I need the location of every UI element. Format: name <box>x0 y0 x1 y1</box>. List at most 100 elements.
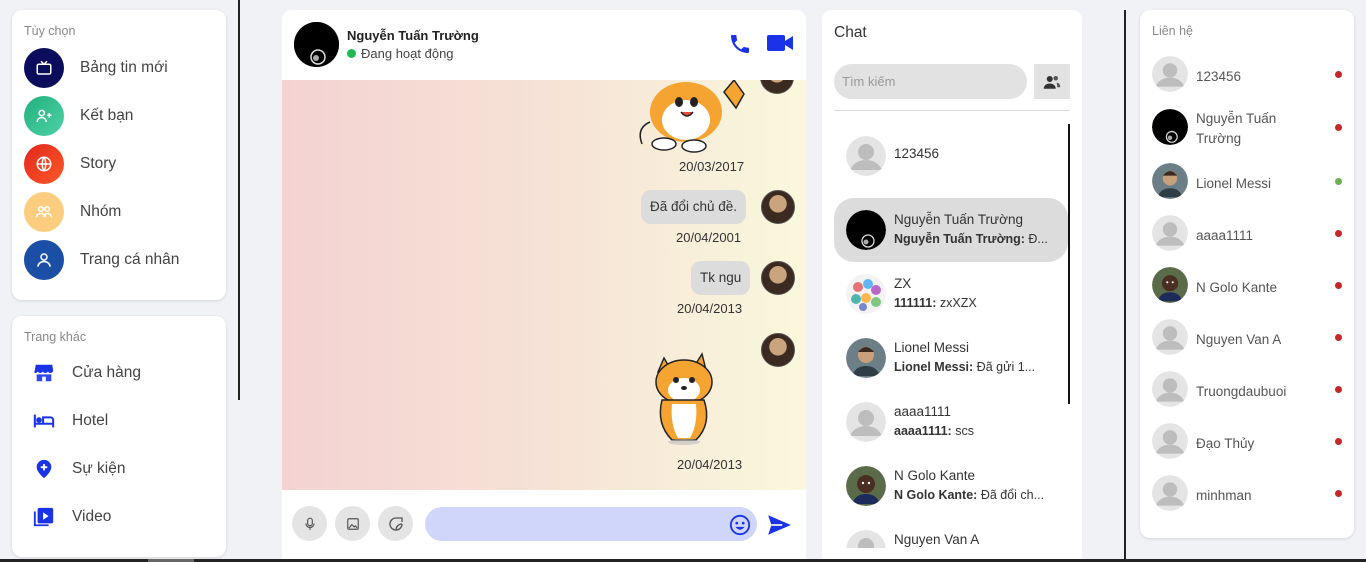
contact-name: 123456 <box>1196 69 1242 84</box>
contact-item[interactable]: minhman <box>1152 475 1346 515</box>
avatar <box>1152 267 1188 303</box>
image-icon[interactable] <box>335 506 370 541</box>
offline-status-dot <box>1335 71 1342 78</box>
preview-text: Đ... <box>1028 232 1048 246</box>
avatar[interactable] <box>294 22 339 67</box>
preview-sender: Lionel Messi: <box>894 360 974 374</box>
contact-item[interactable]: Lionel Messi <box>1152 163 1346 203</box>
avatar <box>846 274 886 314</box>
chat-window: Nguyễn Tuấn Trường Đang hoạt động 20/03/… <box>282 10 806 562</box>
contacts-card: Liên hệ 123456 Nguyễn Tuấn Trường Lionel… <box>1140 10 1354 538</box>
other-item-store[interactable]: Cửa hàng <box>32 358 141 388</box>
avatar <box>1152 215 1188 251</box>
menu-item-group[interactable]: Nhóm <box>24 191 121 233</box>
menu-item-profile[interactable]: Trang cá nhân <box>24 239 179 281</box>
menu-item-add-friend[interactable]: Kết bạn <box>24 95 133 137</box>
preview-sender: N Golo Kante: <box>894 488 978 502</box>
conversation-item[interactable]: ZX 111111: zxXZX <box>834 262 1068 326</box>
divider <box>834 110 1070 111</box>
contact-item[interactable]: Nguyễn Tuấn Trường <box>1152 109 1346 149</box>
avatar <box>761 261 795 295</box>
menu-item-newsfeed[interactable]: Bảng tin mới <box>24 47 168 89</box>
offline-status-dot <box>1335 230 1342 237</box>
contact-name: Nguyễn Tuấn Trường <box>1196 111 1277 146</box>
message-timestamp: 20/03/2017 <box>679 159 745 174</box>
contact-item[interactable]: 123456 <box>1152 56 1346 96</box>
phone-icon[interactable] <box>728 32 752 56</box>
message-timestamp: 20/04/2013 <box>677 301 743 316</box>
conversation-item[interactable]: Nguyễn Tuấn Trường Nguyễn Tuấn Trường: Đ… <box>834 198 1068 262</box>
preview-sender: aaaa1111: <box>894 424 952 438</box>
conversation-item[interactable]: aaaa1111 aaaa1111: scs <box>834 390 1068 454</box>
contact-name: Đạo Thủy <box>1196 436 1255 451</box>
chat-partner-status: Đang hoạt động <box>347 46 454 61</box>
other-item-events[interactable]: Sự kiện <box>32 454 125 484</box>
conversation-item[interactable]: N Golo Kante N Golo Kante: Đã đổi ch... <box>834 454 1068 518</box>
message-timestamp: 20/04/2013 <box>677 457 743 472</box>
preview-sender: 111111: <box>894 296 937 310</box>
group-icon <box>24 192 64 232</box>
chat-list-panel: Chat 123456 Nguyễn Tuấn Trường Nguyễn Tu… <box>822 10 1082 562</box>
preview-sender: Nguyễn Tuấn Trường: <box>894 232 1025 246</box>
other-pages-title: Trang khác <box>24 330 87 344</box>
avatar <box>846 338 886 378</box>
shiba-sticker[interactable] <box>634 80 754 159</box>
conversation-preview: N Golo Kante: Đã đổi ch... <box>894 488 1058 502</box>
emoji-icon[interactable] <box>729 514 751 536</box>
conversation-preview: Lionel Messi: Đã gửi 1... <box>894 360 1058 374</box>
avatar <box>1152 109 1188 145</box>
video-camera-icon[interactable] <box>766 30 794 56</box>
conversation-item[interactable]: 123456 <box>834 124 1068 188</box>
other-item-video[interactable]: Video <box>32 502 111 532</box>
avatar <box>846 210 886 250</box>
conversation-preview: 111111: zxXZX <box>894 296 1058 310</box>
other-item-label: Video <box>72 508 112 525</box>
search-input[interactable] <box>834 64 1027 99</box>
conversation-name: N Golo Kante <box>894 468 976 483</box>
contacts-sidebar: Liên hệ 123456 Nguyễn Tuấn Trường Lionel… <box>1124 0 1366 562</box>
menu-item-story[interactable]: Story <box>24 143 116 185</box>
left-sidebar: Tùy chọn Bảng tin mới Kết bạn Story Nhóm <box>0 0 240 562</box>
menu-item-label: Story <box>80 155 117 172</box>
other-pages-card: Trang khác Cửa hàng Hotel Sự kiện Video <box>12 316 226 557</box>
message-bubble[interactable]: Đã đổi chủ đề. <box>641 190 747 224</box>
online-status-dot <box>347 49 356 58</box>
conversation-name: Nguyễn Tuấn Trường <box>894 212 1023 227</box>
conversation-item[interactable]: Nguyen Van A <box>834 518 1068 548</box>
contact-item[interactable]: N Golo Kante <box>1152 267 1346 307</box>
contact-name: minhman <box>1196 488 1252 503</box>
offline-status-dot <box>1335 282 1342 289</box>
chat-header: Nguyễn Tuấn Trường Đang hoạt động <box>282 10 806 80</box>
conversation-item[interactable]: Lionel Messi Lionel Messi: Đã gửi 1... <box>834 326 1068 390</box>
video-play-icon <box>32 505 56 529</box>
avatar <box>1152 319 1188 355</box>
menu-item-label: Kết bạn <box>80 107 134 124</box>
scrollbar[interactable] <box>1068 124 1070 404</box>
preview-text: Đã gửi 1... <box>976 360 1036 374</box>
conversation-preview: Nguyễn Tuấn Trường: Đ... <box>894 232 1058 246</box>
conversation-name: 123456 <box>894 146 940 161</box>
contacts-icon[interactable] <box>1034 64 1070 99</box>
message-input[interactable] <box>425 507 757 541</box>
send-icon[interactable] <box>766 512 792 538</box>
avatar <box>761 333 795 367</box>
avatar <box>760 80 794 94</box>
message-bubble[interactable]: Tk ngu <box>691 261 751 295</box>
conversation-name: Nguyen Van A <box>894 532 980 547</box>
avatar <box>1152 163 1188 199</box>
contact-name: N Golo Kante <box>1196 280 1278 295</box>
contact-item[interactable]: aaaa1111 <box>1152 215 1346 255</box>
contact-item[interactable]: Nguyen Van A <box>1152 319 1346 359</box>
contact-item[interactable]: Truongdaubuoi <box>1152 371 1346 411</box>
sticker-icon[interactable] <box>378 506 413 541</box>
offline-status-dot <box>1335 124 1342 131</box>
conversation-preview: aaaa1111: scs <box>894 424 1058 438</box>
microphone-icon[interactable] <box>292 506 327 541</box>
user-icon <box>24 240 64 280</box>
chat-list-title: Chat <box>834 24 867 41</box>
contact-item[interactable]: Đạo Thủy <box>1152 423 1346 463</box>
conversation-list: 123456 Nguyễn Tuấn Trường Nguyễn Tuấn Tr… <box>834 124 1070 548</box>
shiba-sticker[interactable] <box>644 348 724 453</box>
options-menu-card: Tùy chọn Bảng tin mới Kết bạn Story Nhóm <box>12 10 226 300</box>
other-item-hotel[interactable]: Hotel <box>32 406 108 436</box>
